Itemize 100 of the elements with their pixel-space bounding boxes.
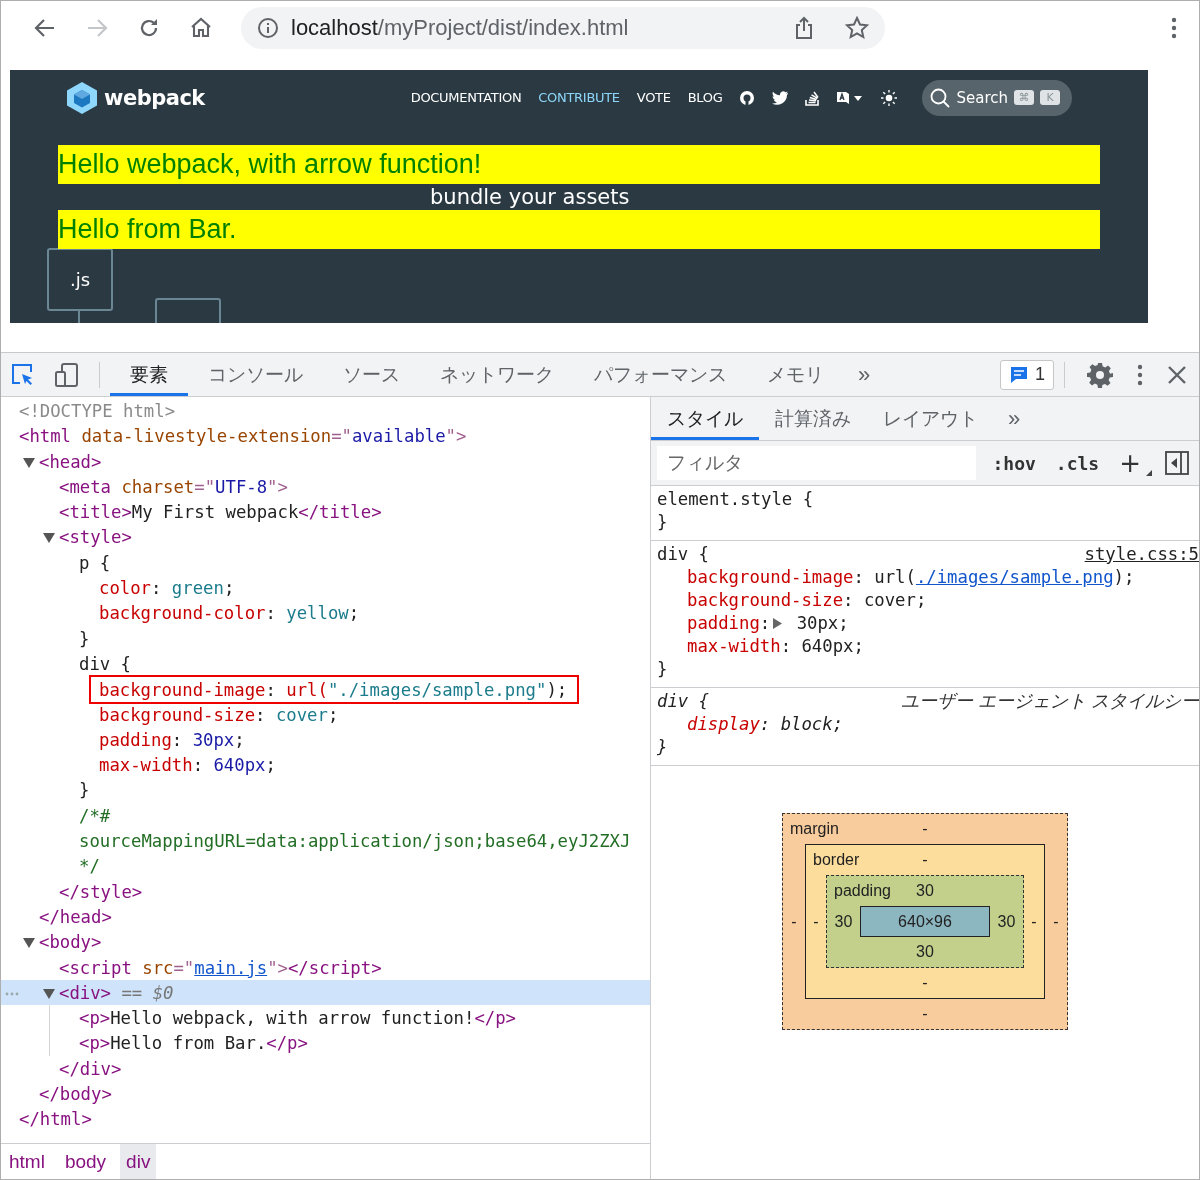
panel-tab[interactable]: パフォーマンス [574, 353, 747, 396]
sidebar-tab[interactable]: レイアウト [867, 397, 994, 440]
tree-row[interactable]: max-width: 640px; [1, 752, 650, 778]
code-line: </html> [19, 1108, 92, 1131]
stack-icon [805, 89, 820, 106]
closing-brace: } [657, 658, 668, 681]
panel-tab[interactable]: コンソール [188, 353, 323, 396]
issues-badge[interactable]: 1 [1000, 359, 1054, 390]
box-value: - [1031, 912, 1037, 931]
nav-link[interactable]: DOCUMENTATION [410, 90, 522, 105]
breadcrumb[interactable]: div [120, 1144, 157, 1179]
css-declaration: max-width: 640px; [687, 635, 864, 658]
tree-row[interactable]: div { [1, 650, 650, 677]
collapsed-triangle-icon[interactable] [772, 618, 783, 629]
panel-tab[interactable]: 要素 [110, 353, 188, 396]
panel-tab[interactable]: メモリ [747, 353, 844, 396]
expanded-arrow-icon[interactable] [23, 457, 35, 468]
expanded-arrow-icon[interactable] [43, 988, 55, 999]
tree-row[interactable]: <style> [1, 524, 650, 550]
tree-row[interactable]: */ [1, 853, 650, 879]
tree-row[interactable]: <html data-livestyle-extension="available"> [1, 423, 650, 449]
sidebar-tab[interactable]: 計算済み [759, 397, 867, 440]
code-line: <style> [59, 526, 132, 549]
nav-link[interactable]: BLOG [687, 90, 723, 105]
more-menu-icon [1171, 17, 1177, 39]
tree-row[interactable]: /*# [1, 802, 650, 829]
hero-heading: bundle your assets [430, 184, 630, 210]
nav-link[interactable]: CONTRIBUTE [538, 90, 620, 105]
filter-field[interactable]: フィルタ [657, 446, 977, 480]
tree-row[interactable]: <title>My First webpack</title> [1, 499, 650, 525]
gear-icon [1087, 361, 1113, 388]
toolbar-button[interactable]: .cls [1047, 452, 1108, 474]
nav-link[interactable]: VOTE [636, 90, 671, 105]
box-label: margin [790, 820, 839, 838]
search-button[interactable]: Search ⌘ K [922, 79, 1072, 116]
more-tabs-button[interactable]: » [994, 397, 1035, 440]
breadcrumb[interactable]: html [3, 1144, 51, 1179]
toolbar-button[interactable]: + [1111, 448, 1155, 478]
box-value: - [1053, 912, 1059, 931]
code-line: <html data-livestyle-extension="available"> [19, 425, 467, 448]
tree-row[interactable]: <p>Hello webpack, with arrow function!</p> [1, 1005, 650, 1031]
link[interactable]: main.js [194, 957, 268, 978]
box-label: border [813, 851, 860, 869]
dots-icon [5, 991, 19, 996]
address-bar[interactable]: localhost/myProject/dist/index.html [241, 7, 885, 49]
panel-tab[interactable]: ネットワーク [420, 353, 574, 396]
toolbar-button[interactable]: :hov [984, 452, 1044, 474]
link[interactable]: ./images/sample.png [915, 566, 1114, 589]
round-logo-icon [739, 89, 756, 106]
code-line: <head> [39, 450, 102, 473]
tree-row[interactable]: color: green; [1, 575, 650, 601]
code-line: sourceMappingURL=data:application/json;base64,eyJ2ZXJ [79, 830, 631, 853]
tree-row[interactable]: background-color: yellow; [1, 600, 650, 626]
css-declaration: background-size: cover; [687, 589, 927, 612]
panel-tab[interactable]: ソース [323, 353, 420, 396]
code-line: background-image: url("./images/sample.png"); [91, 676, 578, 702]
css-declaration: display: block; [687, 713, 844, 736]
box-value: 30 [916, 882, 934, 900]
tree-row[interactable]: sourceMappingURL=data:application/json;base64,eyJ2ZXJ [1, 828, 650, 854]
tree-row[interactable]: <meta charset="UTF-8"> [1, 473, 650, 500]
tree-row[interactable]: <head> [1, 448, 650, 474]
code-line: </div> [59, 1057, 122, 1080]
expanded-arrow-icon[interactable] [43, 533, 55, 544]
diagram-node: .js [47, 248, 113, 311]
tree-row[interactable]: <div> == $0 [1, 979, 650, 1006]
site-logo-text[interactable]: webpack [104, 85, 205, 110]
tree-row[interactable]: <script src="main.js"></script> [1, 954, 650, 980]
device-icon [54, 361, 80, 388]
key-cap: K [1040, 90, 1060, 105]
tree-row[interactable]: background-image: url("./images/sample.png"); [1, 676, 650, 702]
code-line: </head> [39, 905, 112, 928]
sun-icon [881, 89, 898, 106]
box-value: 30 [834, 912, 853, 931]
css-declaration: background-image: url(./images/sample.png); [687, 566, 1135, 589]
kebab-icon [1137, 363, 1143, 386]
breadcrumb[interactable]: body [58, 1144, 113, 1179]
home-icon [189, 16, 213, 40]
source-link[interactable]: style.css:5 [1084, 543, 1199, 566]
box-value: - [813, 912, 819, 931]
code-line: <title>My First webpack</title> [59, 501, 382, 524]
box-value: 30 [916, 943, 934, 961]
tree-row[interactable]: background-size: cover; [1, 701, 650, 727]
content-box: 640×96 [860, 906, 990, 937]
code-line: */ [79, 855, 100, 878]
code-line: max-width: 640px; [99, 754, 276, 777]
code-line: p { [79, 551, 111, 574]
code-line: background-size: cover; [99, 703, 339, 726]
tree-row[interactable]: <body> [1, 929, 650, 955]
rule-selector: div { [657, 543, 710, 566]
code-line: } [79, 627, 90, 650]
more-tabs-button[interactable]: » [844, 361, 885, 388]
code-line: </body> [39, 1083, 112, 1105]
tree-row[interactable]: <p>Hello from Bar.</p> [1, 1030, 650, 1056]
code-line: /*# [79, 804, 111, 827]
paragraph: Hello from Bar. [58, 210, 1100, 249]
tree-row[interactable]: p { [1, 549, 650, 576]
expanded-arrow-icon[interactable] [23, 938, 35, 949]
tree-row[interactable]: padding: 30px; [1, 726, 650, 753]
message-icon [1009, 364, 1029, 385]
code-line: background-color: yellow; [99, 602, 360, 625]
